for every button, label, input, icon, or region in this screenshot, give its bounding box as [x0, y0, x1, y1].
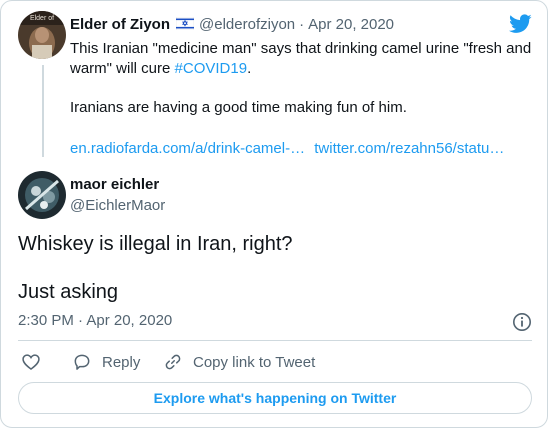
- avatar-logo-text: Elder of: [30, 15, 54, 22]
- copy-link-label: Copy link to Tweet: [193, 353, 316, 371]
- divider: [18, 340, 532, 341]
- tweet-text-line: warm" will cure #COVID19.: [70, 59, 531, 79]
- reply-icon: [74, 354, 90, 370]
- thread-connector-line: [42, 65, 44, 157]
- tweet-text-fragment: .: [247, 60, 252, 77]
- quoted-tweet-text: This Iranian "medicine man" says that dr…: [70, 39, 531, 79]
- info-icon[interactable]: [512, 312, 532, 332]
- reply-label: Reply: [102, 353, 141, 371]
- author-name[interactable]: Elder of Ziyon: [70, 16, 170, 33]
- tweet-links: en.radiofarda.com/a/drink-camel-… twitte…: [70, 139, 504, 159]
- author-handle[interactable]: @EichlerMaor: [70, 197, 165, 214]
- explore-twitter-button[interactable]: Explore what's happening on Twitter: [18, 382, 532, 414]
- copy-link-button[interactable]: Copy link to Tweet: [163, 352, 315, 372]
- tweet-text-line: This Iranian "medicine man" says that dr…: [70, 40, 532, 57]
- author-name[interactable]: maor eichler: [70, 176, 159, 193]
- tweet-text-line: Whiskey is illegal in Iran, right?: [18, 233, 293, 255]
- heart-icon: [22, 354, 40, 371]
- reply-button[interactable]: Reply: [72, 352, 140, 372]
- tweet-text-line: Just asking: [18, 281, 119, 303]
- avatar[interactable]: [18, 171, 66, 219]
- author-handle[interactable]: @elderofziyon: [199, 16, 295, 33]
- avatar[interactable]: Elder of: [18, 11, 66, 59]
- twitter-bird-icon[interactable]: [509, 14, 532, 34]
- like-button[interactable]: [21, 352, 51, 372]
- tweet-timestamp[interactable]: 2:30 PM · Apr 20, 2020: [18, 312, 172, 329]
- israel-flag-icon: [175, 16, 195, 35]
- explore-label: Explore what's happening on Twitter: [153, 390, 397, 406]
- separator-dot: ·: [299, 16, 305, 33]
- embedded-tweet-card: Elder of Elder of Ziyon @elderofziyon · …: [0, 0, 548, 428]
- external-link[interactable]: twitter.com/rezahn56/statu…: [314, 140, 504, 157]
- tweet-date[interactable]: Apr 20, 2020: [308, 16, 394, 33]
- quoted-tweet-header: Elder of Ziyon @elderofziyon · Apr 20, 2…: [70, 16, 394, 34]
- external-link[interactable]: en.radiofarda.com/a/drink-camel-…: [70, 140, 305, 157]
- hashtag-link[interactable]: #COVID19: [175, 60, 248, 77]
- tweet-paragraph: Iranians are having a good time making f…: [70, 99, 407, 116]
- copy-link-icon: [165, 354, 181, 370]
- tweet-text-fragment: warm" will cure: [70, 60, 175, 77]
